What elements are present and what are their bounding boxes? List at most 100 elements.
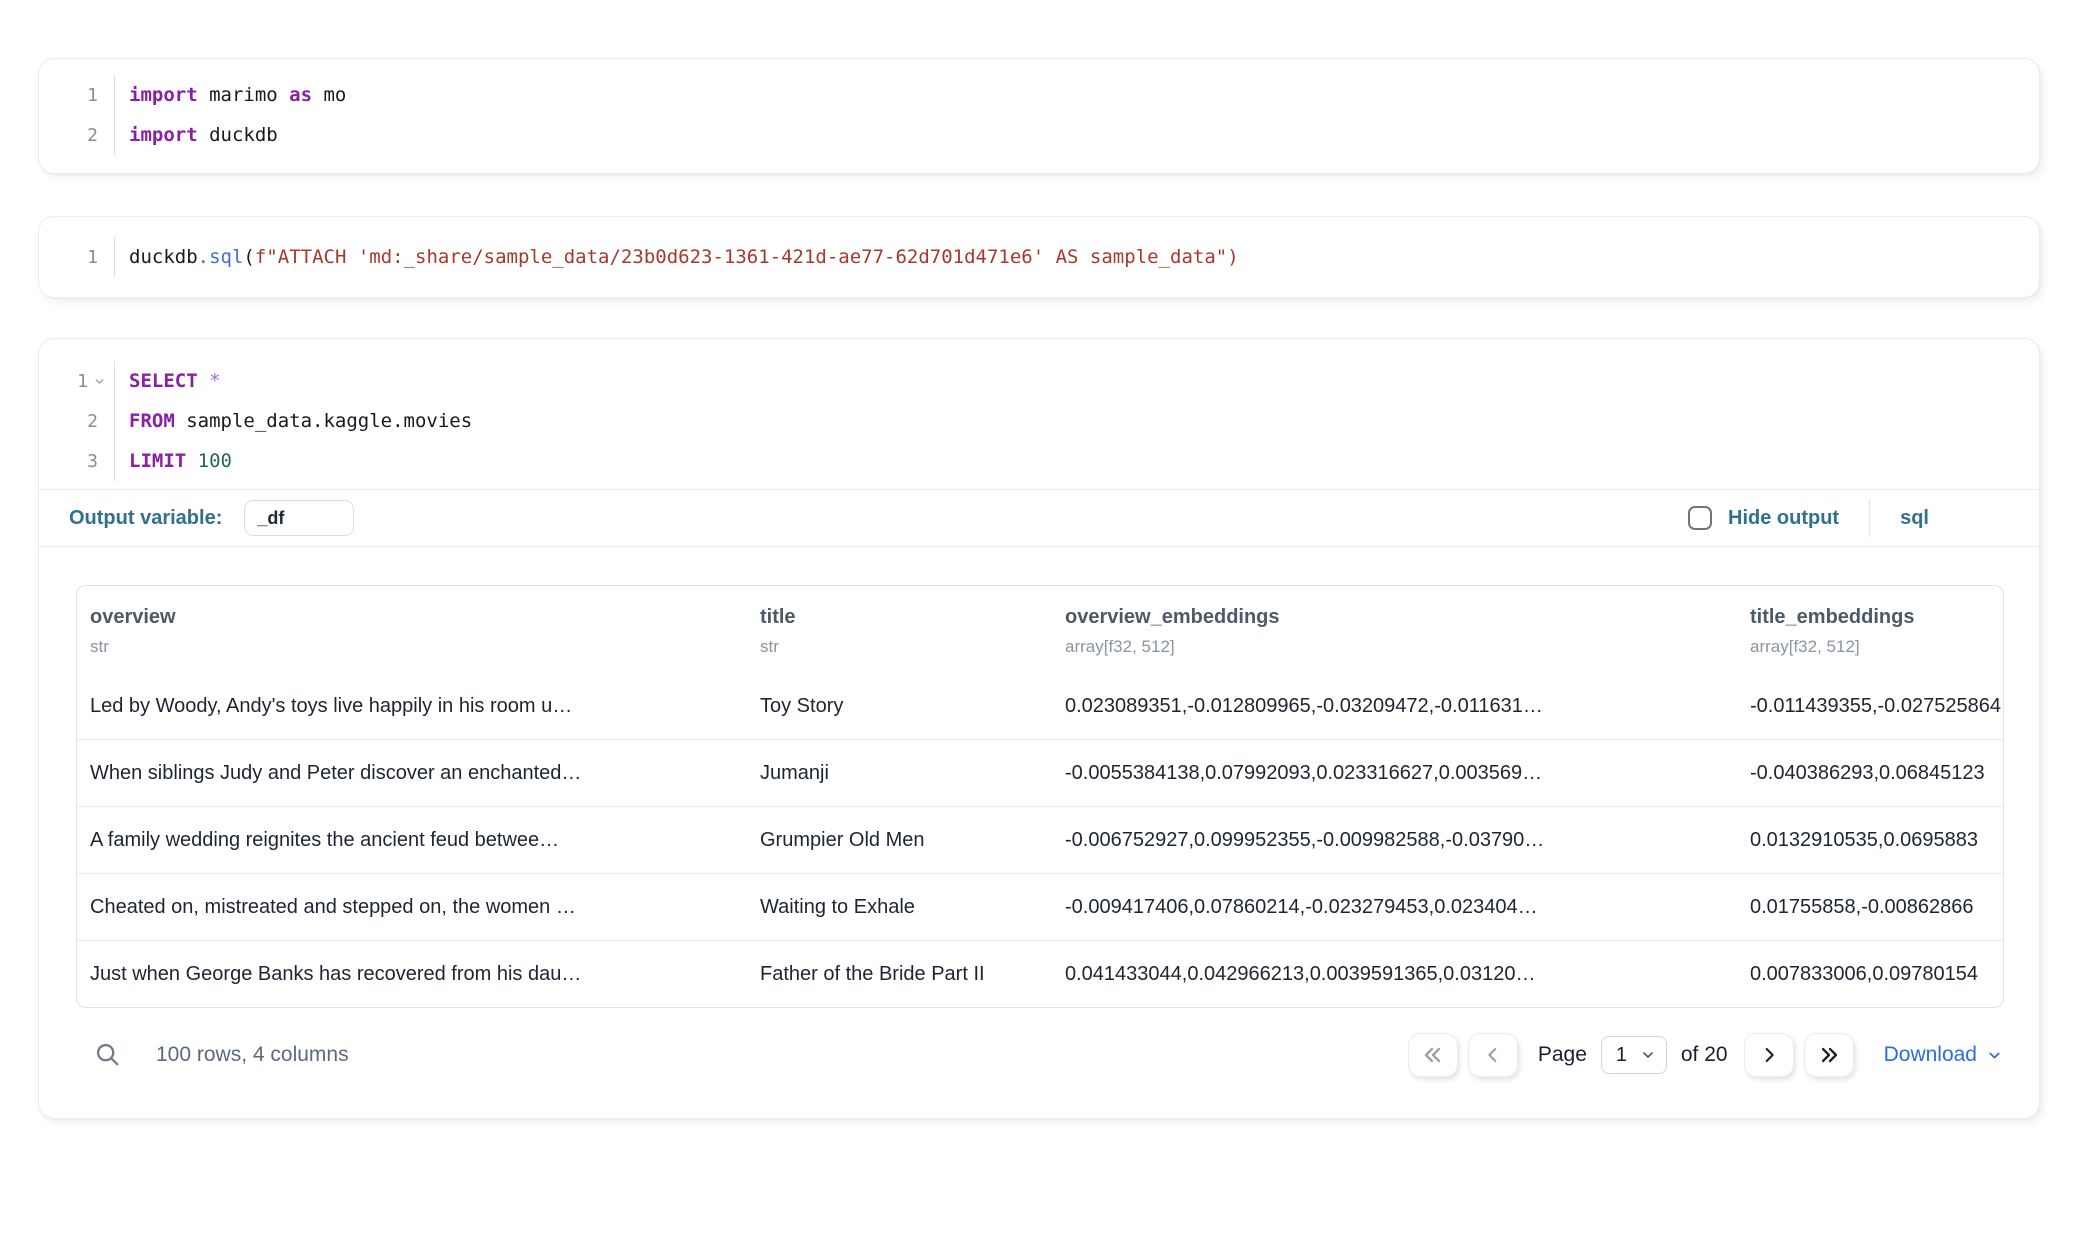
cell-title: Toy Story [747, 673, 1052, 739]
chevron-down-icon [1986, 1047, 2003, 1064]
number-token: 100 [186, 450, 232, 472]
column-name: overview_embeddings [1065, 606, 1724, 629]
cell-overview-embeddings: -0.0055384138,0.07992093,0.023316627,0.0… [1052, 740, 1737, 806]
keyword-token: import [129, 124, 198, 146]
page-select-value: 1 [1616, 1044, 1627, 1067]
cell-overview-embeddings: -0.009417406,0.07860214,-0.023279453,0.0… [1052, 874, 1737, 940]
table-row: Just when George Banks has recovered fro… [77, 940, 2003, 1007]
output-bar-controls: Hide output sql [1688, 499, 1929, 537]
cell-title: Jumanji [747, 740, 1052, 806]
hide-output-checkbox[interactable] [1688, 506, 1712, 530]
page-total-label: of 20 [1681, 1043, 1728, 1067]
fold-chevron-down-icon[interactable] [93, 375, 106, 388]
code-editor[interactable]: 1 SELECT * 2 FROM sample_data.kaggle.mov… [39, 361, 2039, 481]
line-number-gutter: 3 [39, 441, 115, 481]
cell-overview: Cheated on, mistreated and stepped on, t… [77, 874, 747, 940]
line-number: 1 [77, 371, 88, 392]
column-name: title_embeddings [1750, 606, 1992, 629]
table-footer: 100 rows, 4 columns Page 1 of 20 [76, 1026, 2003, 1084]
paren-token: ) [1227, 246, 1238, 268]
cell-overview: Just when George Banks has recovered fro… [77, 941, 747, 1007]
output-variable-input[interactable] [244, 500, 354, 536]
chevron-right-icon [1758, 1044, 1780, 1066]
code-editor[interactable]: 1 import marimo as mo 2 import duckdb [39, 75, 2039, 155]
sql-cell-movies-query: 1 SELECT * 2 FROM sample_data.kaggle.mov… [38, 338, 2040, 1119]
line-number: 1 [87, 247, 98, 268]
output-variable-label: Output variable: [69, 507, 222, 530]
cell-overview: A family wedding reignites the ancient f… [77, 807, 747, 873]
table-header-row: overview str title str overview_embeddin… [77, 586, 2003, 673]
identifier-token: mo [312, 84, 346, 106]
code-text: SELECT * [115, 370, 221, 392]
output-variable-bar: Output variable: Hide output sql [39, 489, 2039, 547]
line-number: 2 [87, 411, 98, 432]
cell-title-embeddings: -0.040386293,0.06845123 [1737, 740, 2004, 806]
identifier-token: sample_data.kaggle.movies [175, 410, 472, 432]
column-header-overview[interactable]: overview str [77, 606, 747, 657]
cell-overview: When siblings Judy and Peter discover an… [77, 740, 747, 806]
line-number-gutter: 2 [39, 115, 115, 155]
cell-title-embeddings: -0.011439355,-0.027525864 [1737, 673, 2004, 739]
code-line: 3 LIMIT 100 [39, 441, 2039, 481]
code-line: 1 import marimo as mo [39, 75, 2039, 115]
line-number-gutter: 1 [39, 75, 115, 115]
next-page-button[interactable] [1744, 1033, 1794, 1077]
last-page-button[interactable] [1804, 1033, 1854, 1077]
chevrons-right-icon [1817, 1043, 1841, 1067]
column-name: title [760, 606, 1039, 629]
vertical-divider [1869, 499, 1870, 537]
identifier-token: marimo [198, 84, 290, 106]
code-text: import duckdb [115, 124, 278, 146]
line-number-gutter: 1 [39, 361, 115, 401]
column-type: array[f32, 512] [1065, 637, 1724, 657]
identifier-token: duckdb [129, 246, 198, 268]
search-icon[interactable] [94, 1041, 122, 1069]
keyword-token: import [129, 84, 198, 106]
cell-title-embeddings: 0.0132910535,0.0695883 [1737, 807, 2004, 873]
paren-token: ( [243, 246, 254, 268]
line-number-gutter: 2 [39, 401, 115, 441]
column-header-title-embeddings[interactable]: title_embeddings array[f32, 512] [1737, 606, 2004, 657]
line-number: 2 [87, 125, 98, 146]
cell-overview-embeddings: 0.023089351,-0.012809965,-0.03209472,-0.… [1052, 673, 1737, 739]
chevron-down-icon [1640, 1047, 1656, 1063]
table-row: Led by Woody, Andy's toys live happily i… [77, 673, 2003, 739]
code-line: 2 import duckdb [39, 115, 2039, 155]
cell-overview-embeddings: 0.041433044,0.042966213,0.0039591365,0.0… [1052, 941, 1737, 1007]
row-column-count: 100 rows, 4 columns [156, 1043, 349, 1067]
code-line: 1 duckdb.sql(f"ATTACH 'md:_share/sample_… [39, 237, 2039, 277]
code-text: FROM sample_data.kaggle.movies [115, 410, 472, 432]
code-line: 2 FROM sample_data.kaggle.movies [39, 401, 2039, 441]
keyword-token: FROM [129, 410, 175, 432]
operator-token: . [198, 246, 209, 268]
code-text: LIMIT 100 [115, 450, 232, 472]
page-select[interactable]: 1 [1601, 1036, 1667, 1074]
previous-page-button[interactable] [1468, 1033, 1518, 1077]
cell-title-embeddings: 0.007833006,0.09780154 [1737, 941, 2004, 1007]
line-number: 3 [87, 451, 98, 472]
code-cell-duckdb-attach[interactable]: 1 duckdb.sql(f"ATTACH 'md:_share/sample_… [38, 216, 2040, 298]
fstring-prefix-token: f [255, 246, 266, 268]
language-badge[interactable]: sql [1900, 507, 1929, 530]
cell-title: Father of the Bride Part II [747, 941, 1052, 1007]
download-button[interactable]: Download [1884, 1043, 2003, 1067]
hide-output-label: Hide output [1728, 507, 1839, 530]
chevrons-left-icon [1421, 1043, 1445, 1067]
cell-title: Waiting to Exhale [747, 874, 1052, 940]
string-token: "ATTACH 'md:_share/sample_data/23b0d623-… [266, 246, 1227, 268]
column-type: array[f32, 512] [1750, 637, 1992, 657]
star-token: * [198, 370, 221, 392]
table-row: Cheated on, mistreated and stepped on, t… [77, 873, 2003, 940]
code-editor[interactable]: 1 duckdb.sql(f"ATTACH 'md:_share/sample_… [39, 237, 2039, 277]
chevron-left-icon [1482, 1044, 1504, 1066]
cell-overview: Led by Woody, Andy's toys live happily i… [77, 673, 747, 739]
column-type: str [760, 637, 1039, 657]
column-header-overview-embeddings[interactable]: overview_embeddings array[f32, 512] [1052, 606, 1737, 657]
table-row: A family wedding reignites the ancient f… [77, 806, 2003, 873]
query-result-table: overview str title str overview_embeddin… [76, 585, 2004, 1008]
cell-title-embeddings: 0.01755858,-0.00862866 [1737, 874, 2004, 940]
code-cell-python-imports[interactable]: 1 import marimo as mo 2 import duckdb [38, 58, 2040, 174]
code-text: duckdb.sql(f"ATTACH 'md:_share/sample_da… [115, 246, 1239, 268]
column-header-title[interactable]: title str [747, 606, 1052, 657]
first-page-button[interactable] [1408, 1033, 1458, 1077]
